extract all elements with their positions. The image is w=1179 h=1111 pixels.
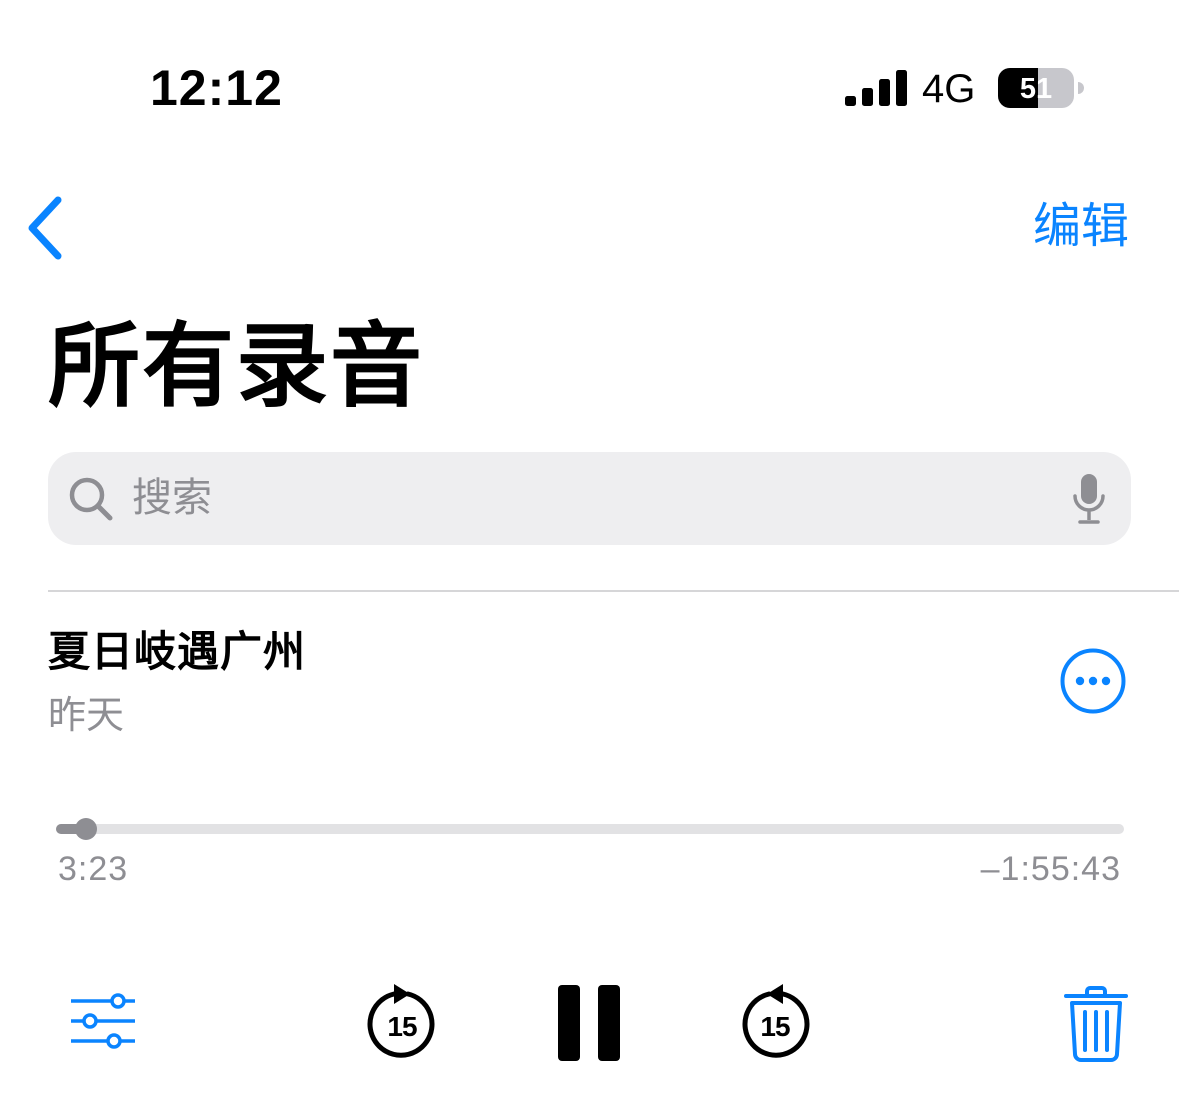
cellular-signal-icon <box>845 70 907 106</box>
skip-back-15-button[interactable]: 15 <box>364 982 440 1064</box>
remaining-time: –1:55:43 <box>980 850 1121 888</box>
battery-level: 51 <box>1020 73 1052 105</box>
pause-icon[interactable] <box>556 983 622 1063</box>
elapsed-time: 3:23 <box>58 850 129 888</box>
list-divider <box>48 590 1179 592</box>
scrubber-handle[interactable] <box>74 818 97 840</box>
voice-memos-screen: 12:12 4G 51 编辑 所有录音 搜索 夏日岐遇广州 昨天 3:23 –1… <box>0 0 1179 1111</box>
playback-options-icon[interactable] <box>68 992 138 1050</box>
network-type: 4G <box>922 67 976 111</box>
edit-button[interactable]: 编辑 <box>1033 196 1129 256</box>
recording-date: 昨天 <box>48 693 125 737</box>
page-title: 所有录音 <box>48 313 425 420</box>
status-time: 12:12 <box>150 60 283 116</box>
search-placeholder: 搜索 <box>132 475 212 521</box>
more-options-icon[interactable] <box>1059 647 1127 715</box>
search-input[interactable]: 搜索 <box>48 452 1131 545</box>
trash-icon[interactable] <box>1063 986 1129 1062</box>
playback-scrubber[interactable] <box>56 824 1124 834</box>
microphone-icon[interactable] <box>1071 472 1107 526</box>
search-icon <box>69 477 113 521</box>
skip-forward-15-button[interactable]: 15 <box>737 982 813 1064</box>
battery-icon: 51 <box>998 68 1084 108</box>
skip-back-seconds: 15 <box>387 1011 417 1042</box>
back-button[interactable] <box>20 192 72 264</box>
recording-title[interactable]: 夏日岐遇广州 <box>48 624 306 680</box>
skip-forward-seconds: 15 <box>760 1011 790 1042</box>
